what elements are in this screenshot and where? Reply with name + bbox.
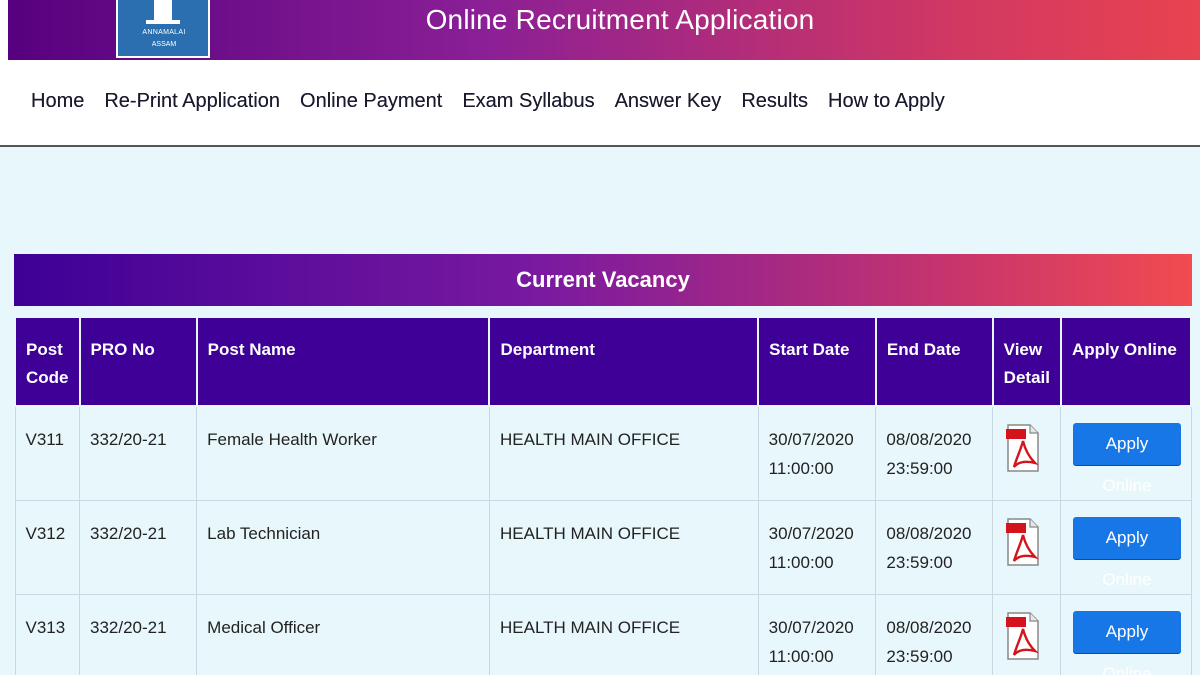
- main-navbar: Home Re-Print Application Online Payment…: [0, 60, 1200, 147]
- end-time-value: 23:59:00: [886, 459, 953, 478]
- pdf-icon[interactable]: [1005, 517, 1041, 567]
- col-header-end-date: End Date: [874, 316, 994, 407]
- cell-pro-no: 332/20-21: [78, 500, 198, 595]
- cell-view-detail: [992, 405, 1062, 501]
- cell-start-date: 30/07/2020 11:00:00: [757, 594, 877, 675]
- end-date-value: 08/08/2020: [886, 524, 972, 543]
- start-time-value: 11:00:00: [768, 459, 834, 478]
- cell-post-code: V312: [14, 500, 80, 595]
- nav-item-online-payment[interactable]: Online Payment: [300, 90, 442, 113]
- cell-view-detail: [992, 594, 1062, 675]
- nav-item-home[interactable]: Home: [31, 90, 84, 113]
- logo-text-line2: ASSAM: [151, 41, 177, 48]
- col-header-department: Department: [488, 316, 760, 407]
- nav-menu: Home Re-Print Application Online Payment…: [31, 90, 965, 113]
- start-date-value: 30/07/2020: [768, 430, 854, 449]
- cell-pro-no: 332/20-21: [78, 405, 198, 501]
- app-header: ANNAMALAI ASSAM Online Recruitment Appli…: [0, 0, 1200, 60]
- nav-item-exam-syllabus[interactable]: Exam Syllabus: [462, 90, 594, 113]
- apply-online-button[interactable]: Apply Online: [1073, 517, 1181, 589]
- nav-item-answer-key[interactable]: Answer Key: [615, 90, 722, 113]
- cell-end-date: 08/08/2020 23:59:00: [875, 594, 994, 675]
- table-row: V313 332/20-21 Medical Officer HEALTH MA…: [14, 594, 1192, 675]
- cell-post-code: V313: [14, 594, 80, 675]
- cell-post-name: Medical Officer: [196, 594, 490, 675]
- table-row: V311 332/20-21 Female Health Worker HEAL…: [14, 405, 1192, 501]
- cell-end-date: 08/08/2020 23:59:00: [875, 405, 994, 501]
- cell-department: HEALTH MAIN OFFICE: [488, 500, 759, 595]
- cell-start-date: 30/07/2020 11:00:00: [757, 405, 877, 501]
- nav-item-results[interactable]: Results: [741, 90, 808, 113]
- cell-pro-no: 332/20-21: [78, 594, 198, 675]
- col-header-post-name: Post Name: [195, 316, 491, 407]
- cell-start-date: 30/07/2020 11:00:00: [757, 500, 877, 595]
- table-header-row: Post Code PRO No Post Name Department St…: [14, 316, 1193, 407]
- table-row: V312 332/20-21 Lab Technician HEALTH MAI…: [14, 500, 1192, 595]
- start-time-value: 11:00:00: [768, 647, 834, 666]
- cell-post-name: Female Health Worker: [196, 405, 490, 501]
- cell-apply-online: Apply Online: [1060, 500, 1192, 595]
- col-header-post-code: Post Code: [14, 316, 81, 407]
- cell-apply-online: Apply Online: [1060, 405, 1192, 501]
- end-date-value: 08/08/2020: [886, 430, 972, 449]
- col-header-start-date: Start Date: [757, 316, 877, 407]
- cell-apply-online: Apply Online: [1060, 594, 1192, 675]
- vacancy-table: Post Code PRO No Post Name Department St…: [14, 316, 1193, 675]
- cell-department: HEALTH MAIN OFFICE: [488, 594, 759, 675]
- start-date-value: 30/07/2020: [768, 524, 854, 543]
- end-time-value: 23:59:00: [886, 553, 953, 572]
- nav-item-reprint-application[interactable]: Re-Print Application: [104, 90, 280, 113]
- page-title: Online Recruitment Application: [425, 4, 815, 35]
- end-date-value: 08/08/2020: [886, 618, 972, 637]
- apply-online-button[interactable]: Apply Online: [1073, 423, 1181, 495]
- cell-post-code: V311: [14, 405, 80, 501]
- pdf-icon[interactable]: [1005, 611, 1041, 661]
- start-date-value: 30/07/2020: [768, 618, 854, 637]
- col-header-pro-no: PRO No: [78, 316, 198, 407]
- col-header-view-detail: View Detail: [991, 316, 1062, 407]
- start-time-value: 11:00:00: [768, 553, 834, 572]
- apply-online-button[interactable]: Apply Online: [1073, 611, 1181, 675]
- current-vacancy-heading: Current Vacancy: [14, 254, 1192, 306]
- cell-department: HEALTH MAIN OFFICE: [488, 405, 759, 501]
- cell-post-name: Lab Technician: [196, 500, 490, 595]
- nav-item-how-to-apply[interactable]: How to Apply: [828, 90, 945, 113]
- cell-view-detail: [992, 500, 1062, 595]
- pdf-icon[interactable]: [1005, 423, 1041, 473]
- cell-end-date: 08/08/2020 23:59:00: [875, 500, 994, 595]
- col-header-apply-online: Apply Online: [1059, 316, 1193, 407]
- end-time-value: 23:59:00: [886, 647, 953, 666]
